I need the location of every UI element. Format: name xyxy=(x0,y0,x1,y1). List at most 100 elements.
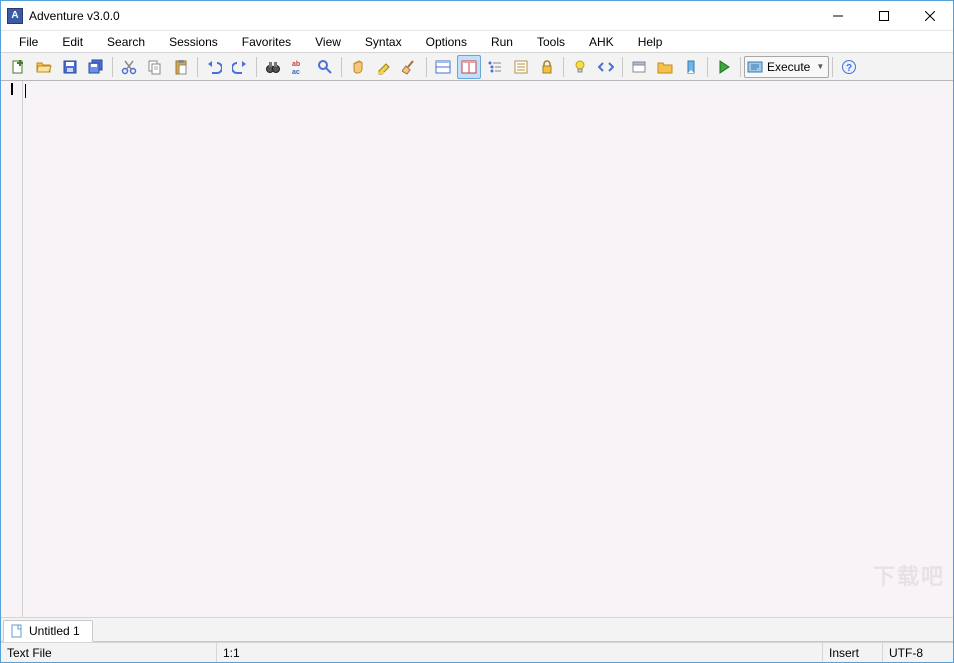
status-type: Text File xyxy=(1,643,217,662)
copy-icon xyxy=(147,59,163,75)
list-icon xyxy=(513,59,529,75)
window-title: Adventure v3.0.0 xyxy=(29,9,815,23)
replace-button[interactable]: abac xyxy=(287,55,311,79)
undo-button[interactable] xyxy=(202,55,226,79)
toolbar-sep xyxy=(832,57,833,77)
toolbar-sep xyxy=(707,57,708,77)
tip-button[interactable] xyxy=(568,55,592,79)
svg-text:ab: ab xyxy=(292,61,300,68)
menu-bar: File Edit Search Sessions Favorites View… xyxy=(1,31,953,53)
tab-untitled[interactable]: Untitled 1 xyxy=(3,620,93,642)
split-vertical-button[interactable] xyxy=(457,55,481,79)
binoculars-icon xyxy=(265,59,281,75)
menu-options[interactable]: Options xyxy=(414,33,479,51)
execute-label: Execute xyxy=(767,60,810,74)
search-button[interactable] xyxy=(313,55,337,79)
toolbar-sep xyxy=(740,57,741,77)
broom-icon xyxy=(402,59,418,75)
find-button[interactable] xyxy=(261,55,285,79)
split-v-icon xyxy=(461,59,477,75)
highlight-button[interactable] xyxy=(372,55,396,79)
code-icon xyxy=(598,59,614,75)
menu-tools[interactable]: Tools xyxy=(525,33,577,51)
svg-text:?: ? xyxy=(846,63,852,74)
outline-button[interactable] xyxy=(483,55,507,79)
menu-view[interactable]: View xyxy=(303,33,353,51)
menu-sessions[interactable]: Sessions xyxy=(157,33,230,51)
split-horizontal-button[interactable] xyxy=(431,55,455,79)
document-icon xyxy=(10,624,24,638)
menu-edit[interactable]: Edit xyxy=(50,33,95,51)
bookmark-button[interactable] xyxy=(679,55,703,79)
status-position: 1:1 xyxy=(217,643,823,662)
hand-button[interactable] xyxy=(346,55,370,79)
bulb-icon xyxy=(572,59,588,75)
window-button[interactable] xyxy=(627,55,651,79)
folder-icon xyxy=(657,59,673,75)
play-icon xyxy=(716,59,732,75)
svg-text:ac: ac xyxy=(292,69,300,75)
copy-button[interactable] xyxy=(143,55,167,79)
maximize-button[interactable] xyxy=(861,1,907,30)
menu-ahk[interactable]: AHK xyxy=(577,33,626,51)
chevron-down-icon: ▼ xyxy=(816,62,824,71)
lock-icon xyxy=(539,59,555,75)
menu-syntax[interactable]: Syntax xyxy=(353,33,414,51)
toolbar-sep xyxy=(563,57,564,77)
save-icon xyxy=(62,59,78,75)
split-h-icon xyxy=(435,59,451,75)
execute-icon xyxy=(747,59,763,75)
status-bar: Text File 1:1 Insert UTF-8 xyxy=(1,642,953,662)
folder-button[interactable] xyxy=(653,55,677,79)
text-editor[interactable] xyxy=(23,81,953,617)
open-button[interactable] xyxy=(32,55,56,79)
clear-button[interactable] xyxy=(398,55,422,79)
gutter xyxy=(1,81,23,617)
highlight-icon xyxy=(376,59,392,75)
menu-search[interactable]: Search xyxy=(95,33,157,51)
replace-icon: abac xyxy=(291,59,307,75)
menu-help[interactable]: Help xyxy=(626,33,675,51)
lock-button[interactable] xyxy=(535,55,559,79)
main-window: A Adventure v3.0.0 File Edit Search Sess… xyxy=(0,0,954,663)
gutter-marker xyxy=(11,83,13,95)
folder-open-icon xyxy=(36,59,52,75)
bookmark-icon xyxy=(683,59,699,75)
toolbar-sep xyxy=(426,57,427,77)
search-icon xyxy=(317,59,333,75)
redo-icon xyxy=(232,59,248,75)
title-bar: A Adventure v3.0.0 xyxy=(1,1,953,31)
redo-button[interactable] xyxy=(228,55,252,79)
help-button[interactable]: ? xyxy=(837,55,861,79)
cut-icon xyxy=(121,59,137,75)
toolbar-sep xyxy=(256,57,257,77)
menu-favorites[interactable]: Favorites xyxy=(230,33,303,51)
toolbar-sep xyxy=(112,57,113,77)
paste-button[interactable] xyxy=(169,55,193,79)
execute-dropdown[interactable]: Execute ▼ xyxy=(744,56,829,78)
code-button[interactable] xyxy=(594,55,618,79)
editor-area: 下载吧 xyxy=(1,81,953,618)
close-button[interactable] xyxy=(907,1,953,30)
toolbar-sep xyxy=(622,57,623,77)
paste-icon xyxy=(173,59,189,75)
tab-bar: Untitled 1 xyxy=(1,618,953,642)
run-button[interactable] xyxy=(712,55,736,79)
caret xyxy=(25,84,26,98)
minimize-button[interactable] xyxy=(815,1,861,30)
list-button[interactable] xyxy=(509,55,533,79)
save-button[interactable] xyxy=(58,55,82,79)
undo-icon xyxy=(206,59,222,75)
outline-icon xyxy=(487,59,503,75)
new-file-icon xyxy=(10,59,26,75)
menu-file[interactable]: File xyxy=(7,33,50,51)
status-insert: Insert xyxy=(823,643,883,662)
app-icon: A xyxy=(7,8,23,24)
save-all-button[interactable] xyxy=(84,55,108,79)
new-file-button[interactable] xyxy=(6,55,30,79)
window-icon xyxy=(631,59,647,75)
tab-label: Untitled 1 xyxy=(29,624,80,638)
cut-button[interactable] xyxy=(117,55,141,79)
toolbar: abac Execute ▼ ? xyxy=(1,53,953,81)
menu-run[interactable]: Run xyxy=(479,33,525,51)
